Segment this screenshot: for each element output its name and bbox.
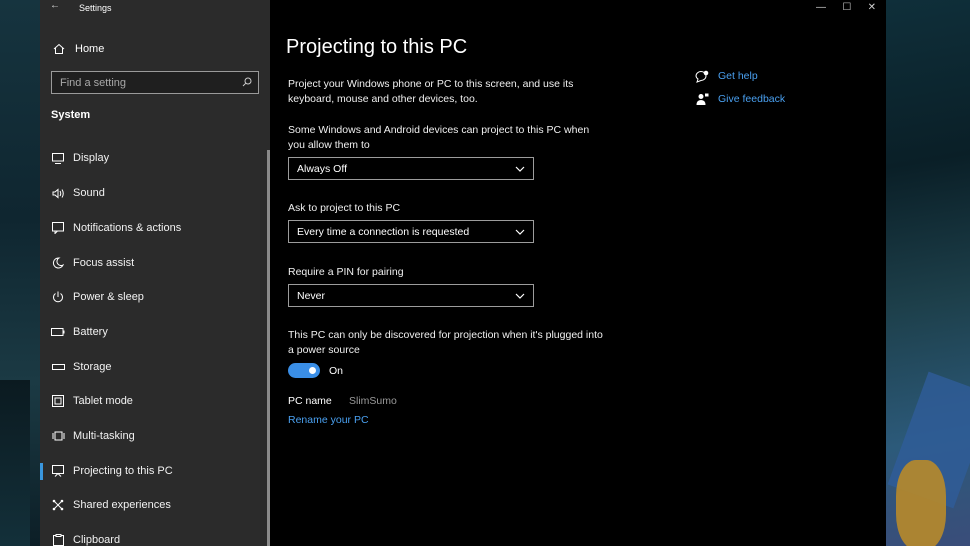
sidebar-item-label: Storage [73,361,112,373]
dropdown-value: Always Off [297,162,347,175]
pc-name-label: PC name [288,395,332,407]
section-label-system: System [51,109,91,121]
sidebar-item-notifications[interactable]: Notifications & actions [40,213,267,243]
app-title: Settings [79,3,112,13]
desktop-wallpaper-left [0,0,40,546]
sidebar-item-storage[interactable]: Storage [40,352,267,382]
give-feedback-label: Give feedback [718,93,786,105]
display-icon [51,151,65,165]
sidebar-item-label: Notifications & actions [73,222,182,234]
toggle-knob [309,367,316,374]
close-icon[interactable]: ✕ [868,2,876,13]
give-feedback-link[interactable]: Give feedback [695,92,785,106]
home-icon [52,43,66,55]
allow-projection-dropdown[interactable]: Always Off [288,157,534,180]
shared-icon [51,498,65,512]
power-icon [51,290,65,304]
sidebar-item-label: Sound [73,187,105,199]
power-source-toggle[interactable] [288,363,320,378]
notifications-icon [51,221,65,235]
search-input[interactable]: Find a setting [51,71,259,94]
chevron-down-icon [515,290,525,302]
maximize-icon[interactable]: ☐ [842,2,851,13]
home-nav-item[interactable]: Home [52,40,104,58]
ask-projection-dropdown[interactable]: Every time a connection is requested [288,220,534,243]
sidebar-item-label: Focus assist [73,257,135,269]
toggle-state-label: On [329,365,344,377]
sidebar-item-label: Battery [73,326,108,338]
pin-pairing-label: Require a PIN for pairing [288,266,404,278]
ask-projection-label: Ask to project to this PC [288,202,401,214]
storage-icon [51,360,65,374]
window-controls: — ☐ ✕ [806,0,886,14]
sidebar-item-multitasking[interactable]: Multi-tasking [40,421,267,451]
sidebar-item-display[interactable]: Display [40,143,267,173]
sidebar-item-projecting[interactable]: Projecting to this PC [40,456,267,486]
tablet-icon [51,394,65,408]
sidebar-item-label: Clipboard [73,534,121,546]
rename-pc-link[interactable]: Rename your PC [288,414,369,426]
sidebar-item-power-sleep[interactable]: Power & sleep [40,282,267,312]
title-bar: ← Settings [40,0,270,18]
sidebar-item-clipboard[interactable]: Clipboard [40,525,267,546]
projecting-icon [51,464,65,478]
sidebar-item-shared-experiences[interactable]: Shared experiences [40,490,267,520]
pc-name-value: SlimSumo [349,395,397,407]
sidebar-item-tablet-mode[interactable]: Tablet mode [40,386,267,416]
sidebar-item-sound[interactable]: Sound [40,178,267,208]
feedback-icon [695,92,709,106]
help-chat-icon [695,69,709,83]
sidebar-item-label: Power & sleep [73,291,144,303]
search-placeholder: Find a setting [60,76,127,89]
clipboard-icon [51,533,65,546]
sidebar-item-label: Tablet mode [73,395,133,407]
chevron-down-icon [515,226,525,238]
search-icon[interactable] [242,74,252,92]
sidebar-item-label: Shared experiences [73,499,171,511]
dropdown-value: Never [297,289,326,302]
get-help-label: Get help [718,70,758,82]
home-label: Home [75,43,105,55]
back-arrow-icon[interactable]: ← [50,0,60,11]
dropdown-value: Every time a connection is requested [297,225,470,238]
sidebar-item-focus-assist[interactable]: Focus assist [40,248,267,278]
pin-pairing-dropdown[interactable]: Never [288,284,534,307]
get-help-link[interactable]: Get help [695,69,758,83]
minimize-icon[interactable]: — [816,2,826,13]
sidebar-item-label: Multi-tasking [73,430,135,442]
sidebar-item-label: Display [73,152,110,164]
intro-text: Project your Windows phone or PC to this… [288,78,574,105]
sidebar-item-battery[interactable]: Battery [40,317,267,347]
multitasking-icon [51,429,65,443]
allow-projection-label: Some Windows and Android devices can pro… [288,124,590,151]
desktop-wallpaper-right [886,0,970,546]
sound-icon [51,186,65,200]
page-title: Projecting to this PC [286,36,468,58]
chevron-down-icon [515,163,525,175]
power-source-label: This PC can only be discovered for proje… [288,329,603,356]
battery-icon [51,325,65,339]
sidebar-item-label: Projecting to this PC [73,465,173,477]
moon-icon [51,256,65,270]
